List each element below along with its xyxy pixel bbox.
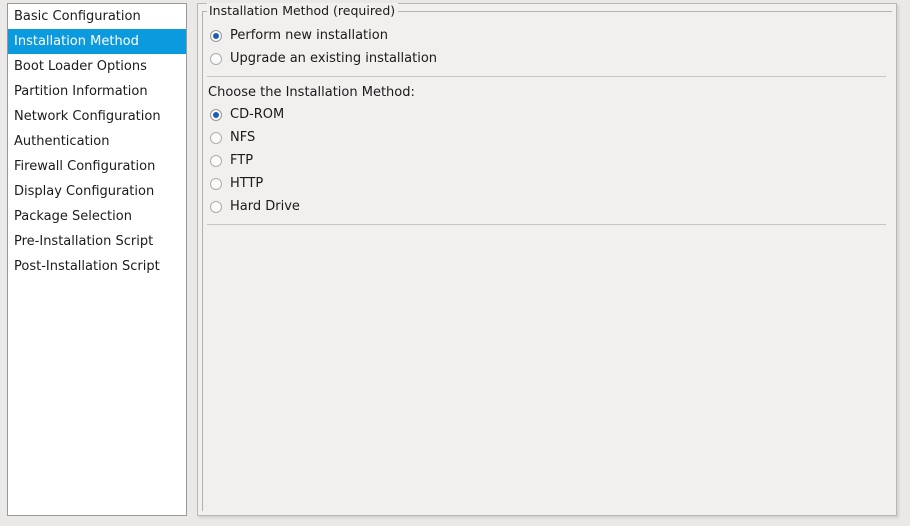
radio-label: HTTP <box>230 176 264 191</box>
radio-perform-new-installation[interactable]: Perform new installation <box>207 24 892 47</box>
radio-method-hard-drive[interactable]: Hard Drive <box>207 195 892 218</box>
sidebar-item-post-installation-script[interactable]: Post-Installation Script <box>8 254 186 279</box>
sidebar-item-firewall-configuration[interactable]: Firewall Configuration <box>8 154 186 179</box>
section-divider-top <box>207 76 886 77</box>
installation-method-form: Perform new installation Upgrade an exis… <box>203 12 892 511</box>
radio-method-cdrom[interactable]: CD-ROM <box>207 103 892 126</box>
radio-label: NFS <box>230 130 256 145</box>
sidebar-item-basic-configuration[interactable]: Basic Configuration <box>8 4 186 29</box>
choose-method-heading: Choose the Installation Method: <box>208 85 415 100</box>
sidebar-item-label: Authentication <box>14 134 110 149</box>
sidebar-item-boot-loader-options[interactable]: Boot Loader Options <box>8 54 186 79</box>
sidebar-item-display-configuration[interactable]: Display Configuration <box>8 179 186 204</box>
radio-label: FTP <box>230 153 254 168</box>
sidebar-item-label: Basic Configuration <box>14 9 141 24</box>
radio-selected-icon <box>210 108 222 121</box>
radio-unselected-icon <box>210 177 222 190</box>
sidebar-item-label: Display Configuration <box>14 184 155 199</box>
sidebar-item-network-configuration[interactable]: Network Configuration <box>8 104 186 129</box>
radio-label: Upgrade an existing installation <box>230 51 438 66</box>
sidebar-item-label: Boot Loader Options <box>14 59 147 74</box>
sidebar-item-authentication[interactable]: Authentication <box>8 129 186 154</box>
section-divider-bottom <box>207 224 886 225</box>
sidebar-item-label: Package Selection <box>14 209 132 224</box>
installation-method-group-frame: Installation Method (required) Perform n… <box>202 3 892 511</box>
radio-label: Perform new installation <box>230 28 388 43</box>
sidebar-item-package-selection[interactable]: Package Selection <box>8 204 186 229</box>
radio-label: Hard Drive <box>230 199 300 214</box>
radio-unselected-icon <box>210 200 222 213</box>
sidebar-item-pre-installation-script[interactable]: Pre-Installation Script <box>8 229 186 254</box>
radio-upgrade-existing-installation[interactable]: Upgrade an existing installation <box>207 47 892 70</box>
radio-method-http[interactable]: HTTP <box>207 172 892 195</box>
sidebar-item-label: Network Configuration <box>14 109 161 124</box>
radio-unselected-icon <box>210 154 222 167</box>
sidebar-item-installation-method[interactable]: Installation Method <box>8 29 186 54</box>
sidebar-item-label: Installation Method <box>14 34 139 49</box>
radio-label: CD-ROM <box>230 107 285 122</box>
radio-unselected-icon <box>210 52 222 65</box>
sidebar-item-label: Pre-Installation Script <box>14 234 154 249</box>
configuration-sections-list[interactable]: Basic Configuration Installation Method … <box>7 3 187 516</box>
sidebar-item-label: Firewall Configuration <box>14 159 156 174</box>
sidebar-item-partition-information[interactable]: Partition Information <box>8 79 186 104</box>
radio-selected-icon <box>210 29 222 42</box>
sidebar-item-label: Post-Installation Script <box>14 259 160 274</box>
sidebar-item-label: Partition Information <box>14 84 148 99</box>
radio-method-nfs[interactable]: NFS <box>207 126 892 149</box>
radio-method-ftp[interactable]: FTP <box>207 149 892 172</box>
installation-method-panel: Installation Method (required) Perform n… <box>197 3 897 516</box>
radio-unselected-icon <box>210 131 222 144</box>
